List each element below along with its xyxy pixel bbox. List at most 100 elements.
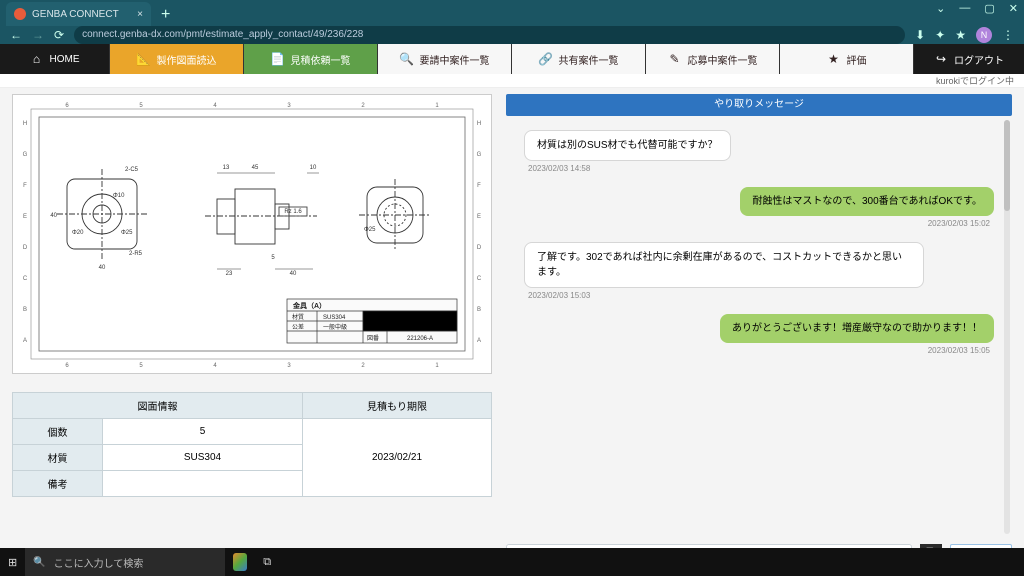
tab-close-icon[interactable]: × xyxy=(137,9,143,20)
nav-back-icon[interactable]: ← xyxy=(10,28,22,42)
pen-icon: ✎ xyxy=(668,52,682,66)
svg-text:Φ25: Φ25 xyxy=(364,227,376,233)
info-material-label: 材質 xyxy=(13,445,103,471)
chat-scrollbar[interactable] xyxy=(1004,120,1010,534)
svg-text:4: 4 xyxy=(213,103,217,109)
task-view-icon[interactable]: ⧉ xyxy=(255,548,279,576)
svg-text:B: B xyxy=(23,307,27,313)
svg-text:G: G xyxy=(23,152,28,158)
svg-text:2-R5: 2-R5 xyxy=(129,251,143,257)
svg-text:13: 13 xyxy=(223,165,230,171)
svg-text:2: 2 xyxy=(361,103,365,109)
svg-text:公差: 公差 xyxy=(292,323,304,331)
browser-tab[interactable]: GENBA CONNECT × xyxy=(6,2,151,26)
taskbar-app[interactable] xyxy=(225,548,255,576)
new-tab-button[interactable]: + xyxy=(161,4,170,26)
drawing-viewer[interactable]: 654321 654321 HGFEDCBA HGFEDCBA Φ10 Φ20 … xyxy=(12,94,492,374)
search-icon: 🔍 xyxy=(33,557,45,568)
chat-body[interactable]: 材質は別のSUS材でも代替可能ですか？2023/02/03 14:58耐蝕性はマ… xyxy=(506,116,1012,538)
svg-text:Rz 1.6: Rz 1.6 xyxy=(284,209,302,215)
nav-home[interactable]: ⌂ HOME xyxy=(0,44,110,74)
svg-text:5: 5 xyxy=(271,255,275,261)
svg-text:40: 40 xyxy=(99,265,106,271)
info-header-drawing: 図面情報 xyxy=(13,393,303,419)
svg-text:D: D xyxy=(477,245,482,251)
svg-text:F: F xyxy=(23,183,27,189)
info-material-value: SUS304 xyxy=(103,445,303,471)
taskbar-search[interactable]: 🔍 ここに入力して検索 xyxy=(25,548,225,576)
svg-text:H: H xyxy=(23,121,27,127)
svg-text:4: 4 xyxy=(213,363,217,369)
nav-forward-icon[interactable]: → xyxy=(32,28,44,42)
svg-text:Φ25: Φ25 xyxy=(121,230,133,236)
svg-text:A: A xyxy=(23,338,27,344)
svg-text:H: H xyxy=(477,121,481,127)
nav-requests-label: 要請中案件一覧 xyxy=(420,52,490,67)
nav-upload-label: 製作図面読込 xyxy=(157,52,217,67)
info-qty-label: 個数 xyxy=(13,419,103,445)
svg-text:1: 1 xyxy=(435,103,439,109)
extension-icon[interactable]: ✦ xyxy=(935,28,945,42)
nav-home-label: HOME xyxy=(50,54,80,65)
chat-bubble: ありがとうございます！増産厳守なので助かります！！ xyxy=(720,314,994,343)
profile-avatar[interactable]: N xyxy=(976,27,992,43)
logout-icon: ↪ xyxy=(934,52,948,66)
svg-text:10: 10 xyxy=(310,165,317,171)
info-notes-label: 備考 xyxy=(13,471,103,497)
start-button[interactable]: ⊞ xyxy=(0,548,25,576)
svg-text:2-C5: 2-C5 xyxy=(125,167,139,173)
svg-text:G: G xyxy=(477,152,482,158)
window-maximize-icon[interactable]: ▢ xyxy=(984,2,994,15)
svg-text:一般中級: 一般中級 xyxy=(323,323,347,331)
chat-bubble: 耐蝕性はマストなので、300番台であればOKです。 xyxy=(740,187,994,216)
svg-text:SUS304: SUS304 xyxy=(323,315,346,321)
share-icon: 🔗 xyxy=(539,52,553,66)
chat-timestamp: 2023/02/03 15:03 xyxy=(528,291,590,300)
chat-message: ありがとうございます！増産厳守なので助かります！！2023/02/03 15:0… xyxy=(524,314,994,355)
tab-favicon xyxy=(14,8,26,20)
drawing-svg: 654321 654321 HGFEDCBA HGFEDCBA Φ10 Φ20 … xyxy=(17,99,487,369)
nav-upload[interactable]: 📐 製作図面読込 xyxy=(110,44,244,74)
svg-text:3: 3 xyxy=(287,363,291,369)
upload-icon: 📐 xyxy=(137,52,151,66)
nav-applications[interactable]: ✎ 応募中案件一覧 xyxy=(646,44,780,74)
menu-icon[interactable]: ⋮ xyxy=(1002,28,1014,42)
svg-text:40: 40 xyxy=(50,213,57,219)
nav-reload-icon[interactable]: ⟳ xyxy=(54,28,64,42)
chat-message: 了解です。302であれば社内に余剰在庫があるので、コストカットできるかと思います… xyxy=(524,242,994,300)
nav-estimates[interactable]: 📄 見積依頼一覧 xyxy=(244,44,378,74)
download-icon[interactable]: ⬇ xyxy=(915,28,925,42)
home-icon: ⌂ xyxy=(30,52,44,66)
window-minimize-icon[interactable]: — xyxy=(959,2,970,15)
svg-text:221206-A: 221206-A xyxy=(407,336,433,342)
svg-text:5: 5 xyxy=(139,363,143,369)
drawing-info-table: 図面情報 見積もり期限 個数 5 2023/02/21 材質 SUS304 備考 xyxy=(12,392,492,497)
chevron-down-icon[interactable]: ⌄ xyxy=(936,2,945,15)
address-url: connect.genba-dx.com/pmt/estimate_apply_… xyxy=(82,29,363,40)
nav-rating[interactable]: ★ 評価 xyxy=(780,44,914,74)
windows-taskbar: ⊞ 🔍 ここに入力して検索 ⧉ xyxy=(0,548,1024,576)
svg-text:1: 1 xyxy=(435,363,439,369)
svg-text:C: C xyxy=(477,276,482,282)
address-bar[interactable]: connect.genba-dx.com/pmt/estimate_apply_… xyxy=(74,26,905,44)
nav-shared[interactable]: 🔗 共有案件一覧 xyxy=(512,44,646,74)
info-deadline-value: 2023/02/21 xyxy=(303,419,492,497)
info-qty-value: 5 xyxy=(103,419,303,445)
nav-requests[interactable]: 🔍 要請中案件一覧 xyxy=(378,44,512,74)
chat-bubble: 了解です。302であれば社内に余剰在庫があるので、コストカットできるかと思います… xyxy=(524,242,924,288)
svg-text:A: A xyxy=(477,338,481,344)
info-notes-value xyxy=(103,471,303,497)
app-body: 654321 654321 HGFEDCBA HGFEDCBA Φ10 Φ20 … xyxy=(0,88,1024,576)
bookmark-icon[interactable]: ★ xyxy=(955,28,966,42)
svg-text:Φ20: Φ20 xyxy=(72,230,84,236)
svg-text:F: F xyxy=(477,183,481,189)
nav-shared-label: 共有案件一覧 xyxy=(559,52,619,67)
window-close-icon[interactable]: ✕ xyxy=(1009,2,1018,15)
nav-rating-label: 評価 xyxy=(847,52,867,67)
svg-text:2: 2 xyxy=(361,363,365,369)
nav-logout[interactable]: ↪ ログアウト xyxy=(914,44,1024,74)
chat-header: やり取りメッセージ xyxy=(506,94,1012,116)
login-status: kurokiでログイン中 xyxy=(0,74,1024,88)
svg-text:40: 40 xyxy=(290,271,297,277)
svg-text:E: E xyxy=(477,214,481,220)
